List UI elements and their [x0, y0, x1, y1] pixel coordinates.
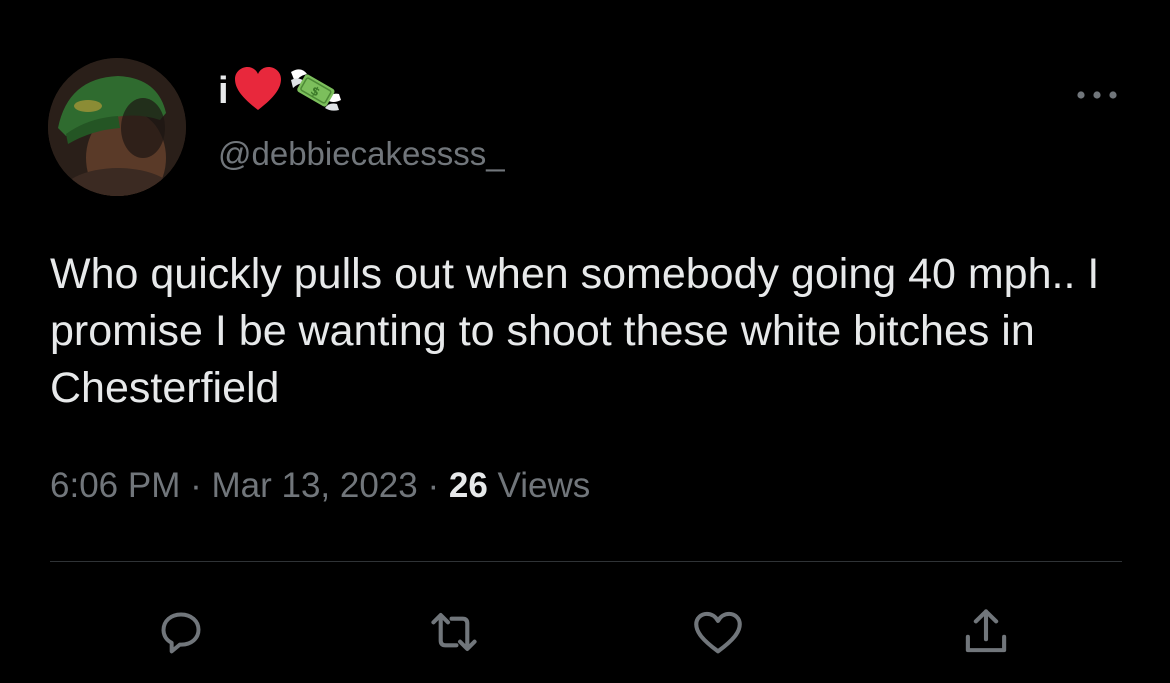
tweet-meta: 6:06 PM · Mar 13, 2023 · 26 Views — [50, 462, 590, 510]
avatar[interactable] — [48, 58, 186, 196]
tweet-text: Who quickly pulls out when somebody goin… — [50, 250, 1100, 412]
tweet: i $ @debbiecakessss_ Who quickly pulls o… — [0, 0, 1170, 683]
avatar-image — [48, 58, 186, 196]
retweet-icon[interactable] — [424, 602, 484, 662]
meta-separator: · — [190, 466, 202, 505]
heart-icon — [233, 66, 283, 117]
tweet-time[interactable]: 6:06 PM — [50, 466, 180, 505]
share-icon[interactable] — [956, 602, 1016, 662]
more-options-icon[interactable] — [1072, 80, 1122, 110]
meta-separator: · — [427, 466, 440, 505]
name-row[interactable]: i $ — [218, 66, 343, 116]
views-label[interactable]: Views — [498, 466, 591, 505]
tweet-date[interactable]: Mar 13, 2023 — [211, 466, 417, 505]
divider — [50, 561, 1122, 562]
like-icon[interactable] — [688, 602, 748, 662]
display-name[interactable]: i — [218, 66, 229, 116]
views-count[interactable]: 26 — [449, 466, 488, 505]
money-with-wings-icon: $ — [287, 64, 343, 119]
user-handle[interactable]: @debbiecakessss_ — [218, 132, 505, 176]
reply-icon[interactable] — [151, 602, 211, 662]
